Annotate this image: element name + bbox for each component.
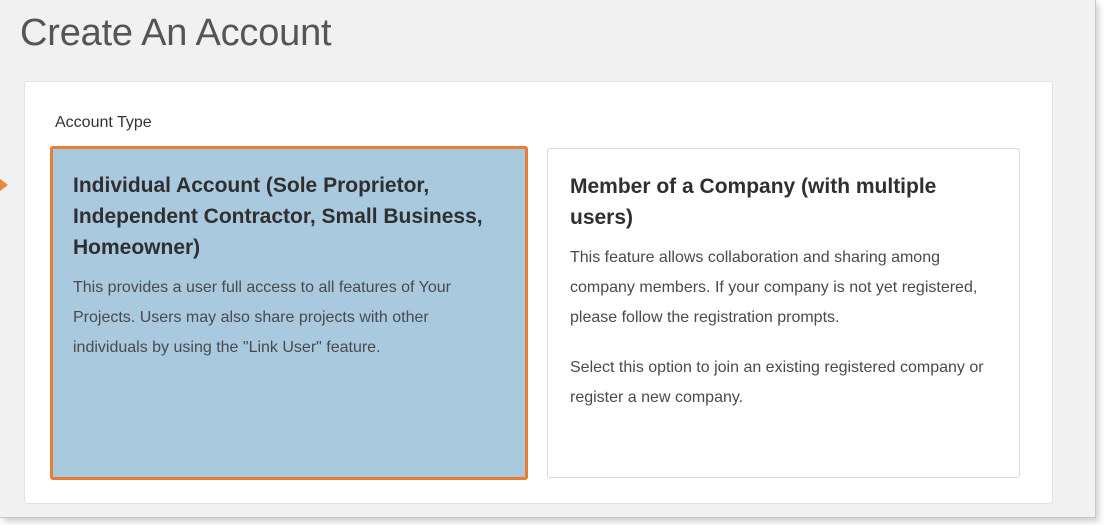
create-account-window: Create An Account Account Type Individua… (0, 0, 1096, 518)
account-type-label: Account Type (55, 114, 152, 131)
page-title: Create An Account (20, 12, 332, 54)
company-member-note: Select this option to join an existing r… (570, 359, 984, 406)
pointer-arrow-icon (0, 172, 8, 198)
company-member-description: This feature allows collaboration and sh… (570, 249, 978, 326)
individual-account-description: This provides a user full access to all … (73, 279, 451, 356)
individual-account-title: Individual Account (Sole Proprietor, Ind… (73, 174, 483, 259)
company-member-title: Member of a Company (with multiple users… (570, 175, 937, 229)
individual-account-option[interactable]: Individual Account (Sole Proprietor, Ind… (50, 146, 528, 480)
account-type-panel: Account Type Individual Account (Sole Pr… (24, 81, 1053, 504)
company-member-option[interactable]: Member of a Company (with multiple users… (547, 148, 1020, 478)
